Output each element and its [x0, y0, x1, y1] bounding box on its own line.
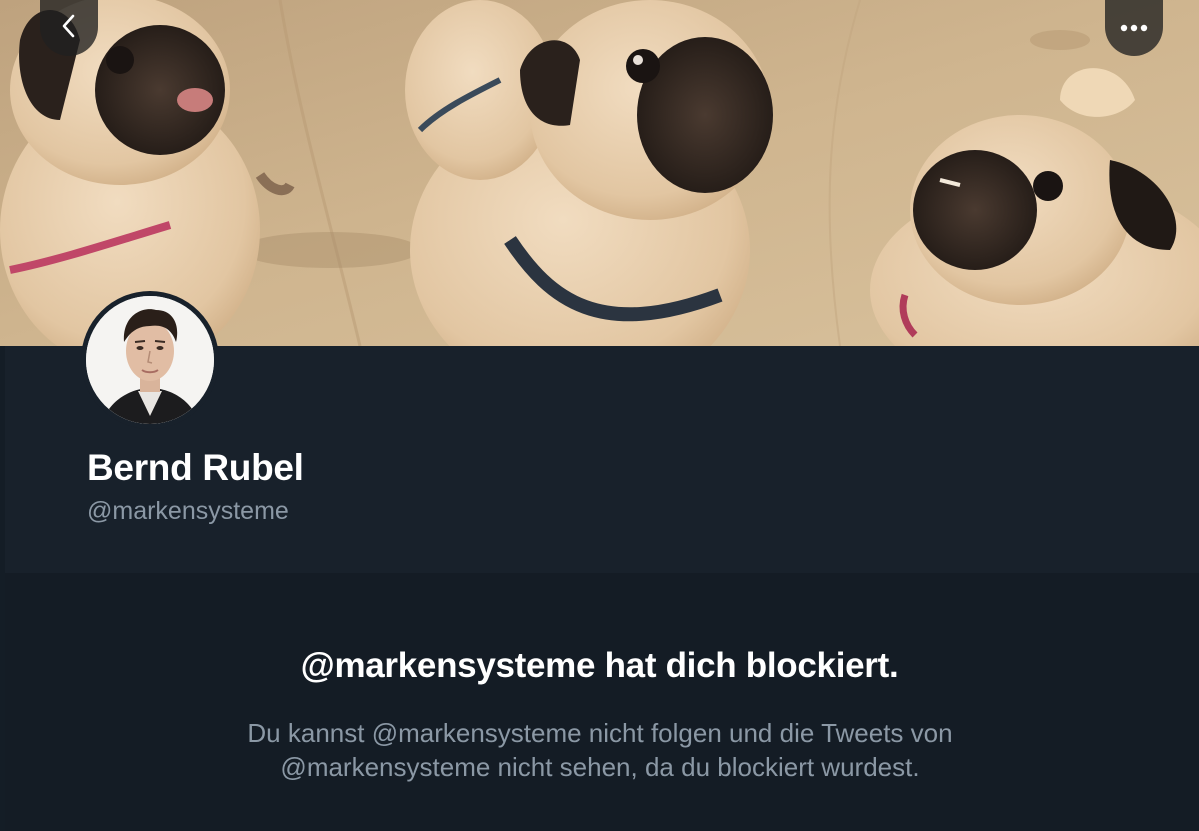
more-options-button[interactable] — [1105, 0, 1163, 56]
back-button[interactable] — [40, 0, 98, 56]
banner-photo — [0, 0, 1199, 346]
blocked-message: Du kannst @markensysteme nicht folgen un… — [150, 716, 1050, 784]
chevron-left-icon — [59, 13, 79, 44]
profile-handle: @markensysteme — [87, 497, 289, 525]
blocked-notice-panel — [5, 573, 1199, 831]
avatar[interactable] — [81, 291, 219, 429]
profile-display-name: Bernd Rubel — [87, 447, 304, 488]
blocked-message-line-1: Du kannst @markensysteme nicht folgen un… — [247, 718, 953, 748]
header-banner-image[interactable] — [0, 0, 1199, 346]
blocked-title: @markensysteme hat dich blockiert. — [300, 646, 899, 685]
more-dots-icon — [1120, 19, 1148, 37]
blocked-message-line-2: @markensysteme nicht sehen, da du blocki… — [280, 752, 920, 782]
avatar-photo — [86, 296, 214, 424]
